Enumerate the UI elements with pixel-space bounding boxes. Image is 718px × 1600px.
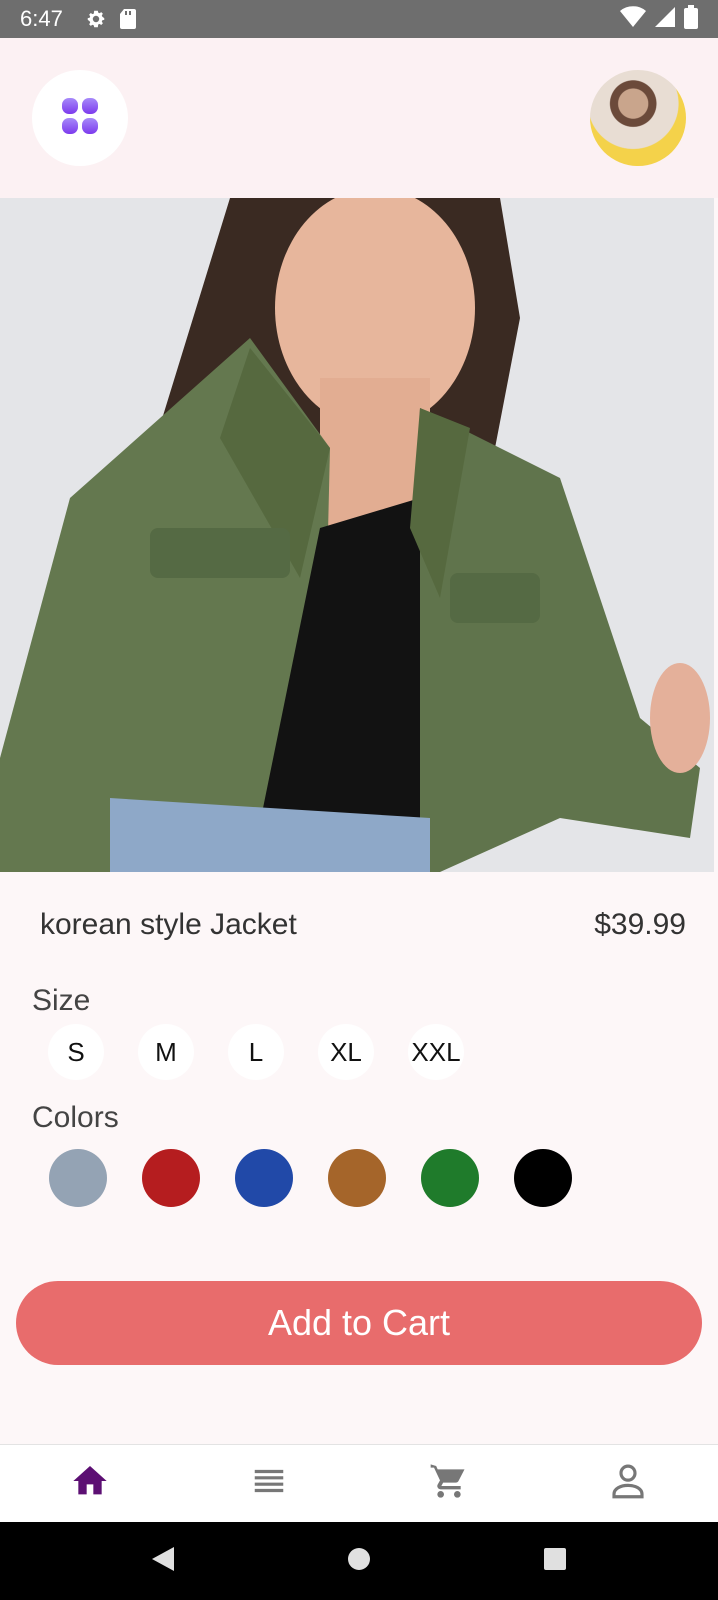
nav-home[interactable] <box>0 1445 180 1522</box>
recents-square-icon <box>543 1547 567 1576</box>
size-label: Size <box>32 984 91 1017</box>
size-option-xxl[interactable]: XXL <box>408 1024 464 1080</box>
home-icon <box>70 1461 110 1506</box>
nav-list[interactable] <box>180 1445 360 1522</box>
size-option-xl[interactable]: XL <box>318 1024 374 1080</box>
list-icon <box>250 1462 288 1505</box>
product-image <box>0 198 714 872</box>
battery-icon <box>684 4 698 34</box>
product-title: korean style Jacket <box>40 908 297 941</box>
nav-cart[interactable] <box>359 1445 539 1522</box>
color-option-black[interactable] <box>514 1149 572 1207</box>
product-price: $39.99 <box>594 908 686 941</box>
app-header <box>0 38 718 198</box>
nav-profile[interactable] <box>539 1445 718 1522</box>
status-bar: 6:47 <box>0 0 718 38</box>
sd-card-icon <box>119 8 137 30</box>
product-title-row: korean style Jacket $39.99 <box>40 908 686 942</box>
home-circle-icon <box>346 1546 372 1577</box>
status-time: 6:47 <box>20 6 63 31</box>
cart-icon <box>429 1461 469 1506</box>
wifi-icon <box>620 5 646 33</box>
color-option-green[interactable] <box>421 1149 479 1207</box>
color-option-brown[interactable] <box>328 1149 386 1207</box>
size-option-s[interactable]: S <box>48 1024 104 1080</box>
system-navigation-bar <box>0 1522 718 1600</box>
color-option-blue[interactable] <box>235 1149 293 1207</box>
color-option-red[interactable] <box>142 1149 200 1207</box>
system-recents-button[interactable] <box>457 1547 653 1576</box>
grid-menu-icon <box>60 96 100 141</box>
settings-gear-icon <box>85 8 107 30</box>
color-selector <box>49 1149 572 1207</box>
menu-button[interactable] <box>32 70 128 166</box>
cell-signal-icon <box>654 6 676 33</box>
user-avatar[interactable] <box>590 70 686 166</box>
size-selector: S M L XL XXL <box>48 1024 464 1080</box>
color-option-gray[interactable] <box>49 1149 107 1207</box>
profile-icon <box>607 1460 649 1507</box>
back-triangle-icon <box>150 1545 176 1578</box>
system-back-button[interactable] <box>65 1545 261 1578</box>
add-to-cart-button[interactable]: Add to Cart <box>16 1281 702 1365</box>
colors-label: Colors <box>32 1101 119 1134</box>
system-home-button[interactable] <box>261 1546 457 1577</box>
size-option-m[interactable]: M <box>138 1024 194 1080</box>
bottom-navigation <box>0 1444 718 1522</box>
size-option-l[interactable]: L <box>228 1024 284 1080</box>
